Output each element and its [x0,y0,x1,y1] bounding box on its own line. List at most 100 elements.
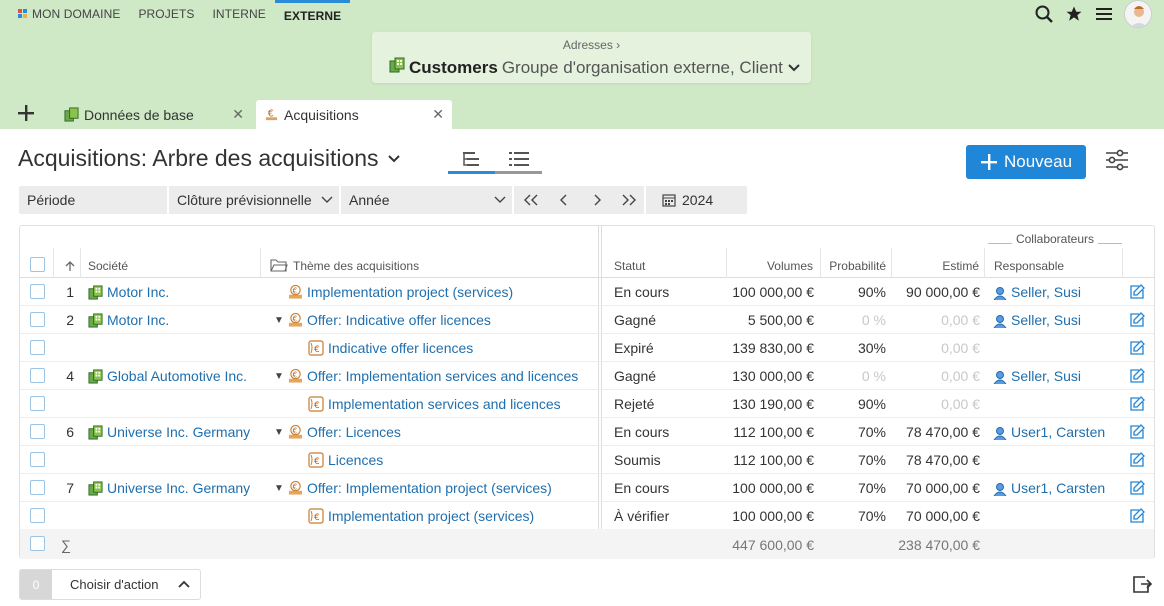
edit-icon[interactable] [1130,368,1145,386]
row-checkbox[interactable] [30,312,45,327]
table-row[interactable]: 4 Global Automotive Inc. ▼ € Offer: Implemen… [20,362,1154,390]
theme-cell[interactable]: € Implementation services and licences [308,396,561,415]
header-volume[interactable]: Volumes [740,259,813,273]
row-checkbox[interactable] [30,480,45,495]
nav-projets[interactable]: PROJETS [129,0,203,28]
company-cell[interactable]: Motor Inc. [88,312,169,331]
export-icon[interactable] [1131,573,1153,595]
table-row[interactable]: 2 Motor Inc. ▼ € Offer: Indicative offer lic… [20,306,1154,334]
theme-cell[interactable]: € Licences [308,452,383,471]
edit-icon[interactable] [1130,424,1145,442]
nav-interne[interactable]: INTERNE [203,0,274,28]
table-row[interactable]: 7 Universe Inc. Germany ▼ € Offer: Implement… [20,474,1154,502]
collapse-triangle-icon[interactable]: ▼ [274,315,284,326]
tab-donnees-de-base[interactable]: Données de base ✕ [56,100,252,129]
edit-icon[interactable] [1130,284,1145,302]
company-link[interactable]: Motor Inc. [107,284,169,300]
owner-link[interactable]: Seller, Susi [1011,368,1081,384]
collapse-triangle-icon[interactable]: ▼ [274,371,284,382]
page-title[interactable]: Acquisitions: Arbre des acquisitions [18,145,401,172]
add-tab-button[interactable] [18,101,38,125]
select-all-checkbox[interactable] [30,257,45,272]
table-row[interactable]: € Indicative offer licences Expiré 139 830,… [20,334,1154,362]
theme-link[interactable]: Implementation project (services) [328,508,534,524]
edit-icon[interactable] [1130,396,1145,414]
theme-cell[interactable]: € Offer: Licences [288,424,401,443]
edit-icon[interactable] [1130,452,1145,470]
edit-icon[interactable] [1130,480,1145,498]
company-cell[interactable]: Motor Inc. [88,284,169,303]
owner-link[interactable]: User1, Carsten [1011,480,1105,496]
user-avatar[interactable] [1124,0,1152,28]
table-row[interactable]: 1 Motor Inc. € Implementation project (serv… [20,278,1154,306]
chevron-down-icon[interactable] [387,154,401,164]
table-row[interactable]: 6 Universe Inc. Germany ▼ € Offer: Licences E… [20,418,1154,446]
row-checkbox[interactable] [30,424,45,439]
theme-cell[interactable]: € Implementation project (services) [288,284,513,303]
theme-link[interactable]: Offer: Implementation services and licen… [307,368,578,384]
theme-cell[interactable]: € Implementation project (services) [308,508,534,527]
action-picker[interactable]: 0 Choisir d'action [19,569,201,600]
company-link[interactable]: Global Automotive Inc. [107,368,247,384]
owner-cell[interactable]: Seller, Susi [993,312,1081,331]
sort-arrow-up-icon[interactable] [64,260,76,272]
edit-icon[interactable] [1130,508,1145,526]
owner-cell[interactable]: Seller, Susi [993,284,1081,303]
row-checkbox[interactable] [30,508,45,523]
header-status[interactable]: Statut [614,259,645,273]
company-cell[interactable]: Universe Inc. Germany [88,480,250,499]
context-title[interactable]: Customers Groupe d'organisation externe,… [389,57,801,78]
theme-cell[interactable]: € Offer: Indicative offer licences [288,312,491,331]
header-theme[interactable]: Thème des acquisitions [293,259,419,273]
header-probability[interactable]: Probabilité [826,259,886,273]
theme-link[interactable]: Offer: Licences [307,424,401,440]
company-link[interactable]: Universe Inc. Germany [107,424,250,440]
theme-link[interactable]: Offer: Indicative offer licences [307,312,491,328]
company-cell[interactable]: Global Automotive Inc. [88,368,247,387]
edit-icon[interactable] [1130,312,1145,330]
menu-icon[interactable] [1094,4,1114,24]
theme-link[interactable]: Offer: Implementation project (services) [307,480,552,496]
list-view-icon[interactable] [495,146,542,174]
company-cell[interactable]: Universe Inc. Germany [88,424,250,443]
nav-externe[interactable]: EXTERNE [274,0,351,28]
row-checkbox[interactable] [30,340,45,355]
table-row[interactable]: € Licences Soumis 112 100,00 €70% 78 470,00 … [20,446,1154,474]
tab-acquisitions[interactable]: € Acquisitions ✕ [256,100,452,129]
year-picker[interactable]: 2024 [646,186,732,214]
row-checkbox[interactable] [30,452,45,467]
chevron-down-icon[interactable] [787,58,801,78]
theme-link[interactable]: Licences [328,452,383,468]
column-settings-icon[interactable] [1105,149,1131,175]
next-period-icon[interactable] [580,186,613,214]
theme-link[interactable]: Implementation services and licences [328,396,561,412]
owner-link[interactable]: Seller, Susi [1011,312,1081,328]
star-icon[interactable] [1064,4,1084,24]
owner-cell[interactable]: User1, Carsten [993,480,1105,499]
owner-link[interactable]: User1, Carsten [1011,424,1105,440]
range-select[interactable]: Année [341,186,514,214]
collapse-triangle-icon[interactable]: ▼ [274,483,284,494]
table-row[interactable]: € Implementation services and licences Rej… [20,390,1154,418]
theme-cell[interactable]: € Indicative offer licences [308,340,473,359]
breadcrumb-parent[interactable]: Adresses › [372,38,811,52]
new-button[interactable]: Nouveau [966,145,1086,179]
row-checkbox[interactable] [30,396,45,411]
theme-link[interactable]: Indicative offer licences [328,340,473,356]
owner-cell[interactable]: User1, Carsten [993,424,1105,443]
header-estimated[interactable]: Estimé [900,259,979,273]
close-icon[interactable]: ✕ [232,106,244,123]
owner-cell[interactable]: Seller, Susi [993,368,1081,387]
tree-view-icon[interactable] [448,146,495,174]
collapse-triangle-icon[interactable]: ▼ [274,427,284,438]
first-period-icon[interactable] [514,186,547,214]
nav-mon-domaine[interactable]: MON DOMAINE [0,0,129,28]
sum-row-checkbox[interactable] [30,536,45,551]
theme-link[interactable]: Implementation project (services) [307,284,513,300]
close-icon[interactable]: ✕ [432,106,444,123]
previous-period-icon[interactable] [547,186,580,214]
theme-cell[interactable]: € Offer: Implementation project (services… [288,480,552,499]
header-owner[interactable]: Responsable [994,259,1064,273]
owner-link[interactable]: Seller, Susi [1011,284,1081,300]
last-period-icon[interactable] [613,186,646,214]
